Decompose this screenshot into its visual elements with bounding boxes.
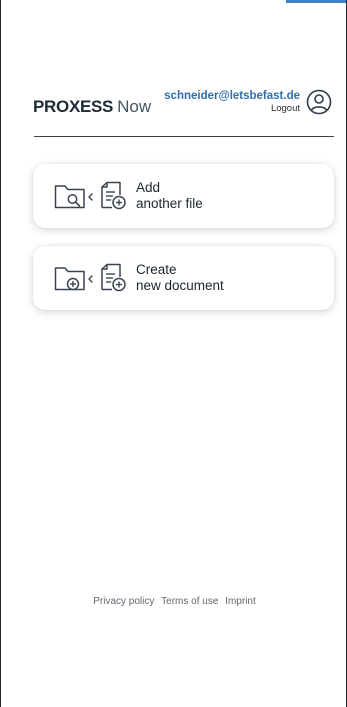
account-text: schneider@letsbefast.de Logout xyxy=(164,89,300,115)
header-divider xyxy=(34,136,334,137)
add-file-label: Add another file xyxy=(136,180,203,212)
logo-suffix: Now xyxy=(117,97,152,116)
create-document-label-line2: new document xyxy=(136,278,224,293)
app-logo: PROXESS Now xyxy=(33,97,151,117)
create-document-icon-group xyxy=(54,263,126,292)
top-tab-indicator xyxy=(286,0,346,3)
app-screen: PROXESS Now schneider@letsbefast.de Logo… xyxy=(0,0,347,707)
add-file-icon-group xyxy=(54,181,126,210)
add-file-label-line2: another file xyxy=(136,196,203,211)
logout-link[interactable]: Logout xyxy=(164,103,300,115)
add-another-file-button[interactable]: Add another file xyxy=(33,164,334,228)
account-email: schneider@letsbefast.de xyxy=(164,90,300,102)
privacy-policy-link[interactable]: Privacy policy xyxy=(93,596,154,607)
footer-links: Privacy policy Terms of use Imprint xyxy=(1,596,347,607)
create-document-label: Create new document xyxy=(136,262,224,294)
create-new-document-button[interactable]: Create new document xyxy=(33,246,334,310)
create-document-label-line1: Create xyxy=(136,262,177,277)
document-add-icon xyxy=(101,263,126,292)
imprint-link[interactable]: Imprint xyxy=(225,596,256,607)
add-file-label-line1: Add xyxy=(136,180,161,195)
account-area: schneider@letsbefast.de Logout xyxy=(164,89,332,115)
document-add-icon xyxy=(101,181,126,210)
chevron-left-icon xyxy=(88,275,93,283)
folder-search-icon xyxy=(54,185,85,209)
logo-brand: PROXESS xyxy=(33,97,114,116)
terms-of-use-link[interactable]: Terms of use xyxy=(161,596,218,607)
user-circle-icon[interactable] xyxy=(306,89,332,115)
chevron-left-icon xyxy=(88,193,93,201)
folder-add-icon xyxy=(54,267,85,291)
header: PROXESS Now schneider@letsbefast.de Logo… xyxy=(33,86,332,126)
